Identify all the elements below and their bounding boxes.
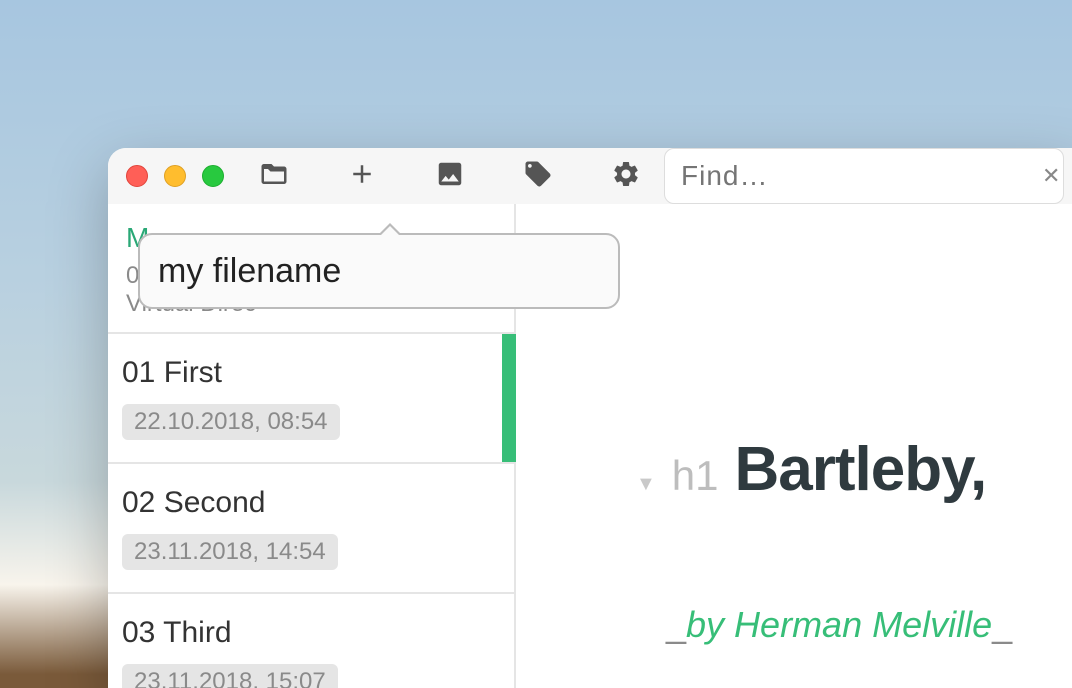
search-input[interactable] bbox=[681, 160, 1042, 192]
file-date-label: 23.11.2018, 15:07 bbox=[122, 664, 338, 688]
image-icon bbox=[435, 159, 465, 194]
insert-image-button[interactable] bbox=[430, 156, 470, 196]
app-window: ✕ M 0 Directories — 10 Files — 0 Virtual… bbox=[108, 148, 1072, 688]
titlebar: ✕ bbox=[108, 148, 1072, 204]
document-title[interactable]: Bartleby, bbox=[735, 434, 987, 505]
heading-line: ▼ h1 Bartleby, bbox=[636, 434, 1072, 505]
clear-search-icon[interactable]: ✕ bbox=[1042, 163, 1060, 189]
tags-button[interactable] bbox=[518, 156, 558, 196]
tag-icon bbox=[523, 159, 553, 194]
file-date-label: 22.10.2018, 08:54 bbox=[122, 404, 340, 440]
new-file-button[interactable] bbox=[342, 156, 382, 196]
heading-level-label: h1 bbox=[672, 452, 719, 500]
list-item[interactable]: 03 Third 23.11.2018, 15:07 bbox=[108, 594, 514, 688]
list-item[interactable]: 01 First 22.10.2018, 08:54 bbox=[108, 334, 514, 464]
list-item[interactable]: 02 Second 23.11.2018, 14:54 bbox=[108, 464, 514, 594]
filename-input[interactable] bbox=[158, 252, 600, 291]
window-controls bbox=[126, 165, 224, 187]
file-name-label: 03 Third bbox=[122, 616, 496, 650]
gear-icon bbox=[611, 159, 641, 194]
emphasis-marker: _ bbox=[992, 604, 1012, 645]
settings-button[interactable] bbox=[606, 156, 646, 196]
file-list: 01 First 22.10.2018, 08:54 02 Second 23.… bbox=[108, 334, 514, 688]
folder-open-icon bbox=[259, 159, 289, 194]
emphasis-marker: _ bbox=[666, 604, 686, 645]
open-folder-button[interactable] bbox=[254, 156, 294, 196]
plus-icon bbox=[347, 159, 377, 194]
file-name-label: 01 First bbox=[122, 356, 496, 390]
toolbar bbox=[254, 156, 646, 196]
file-date-label: 23.11.2018, 14:54 bbox=[122, 534, 338, 570]
file-name-label: 02 Second bbox=[122, 486, 496, 520]
minimize-window-button[interactable] bbox=[164, 165, 186, 187]
byline[interactable]: _by Herman Melville_ bbox=[666, 604, 1072, 646]
byline-text: by Herman Melville bbox=[686, 604, 992, 645]
zoom-window-button[interactable] bbox=[202, 165, 224, 187]
fold-chevron-icon[interactable]: ▼ bbox=[636, 473, 656, 496]
close-window-button[interactable] bbox=[126, 165, 148, 187]
new-file-popup bbox=[138, 233, 620, 309]
search-field[interactable]: ✕ bbox=[664, 148, 1064, 204]
